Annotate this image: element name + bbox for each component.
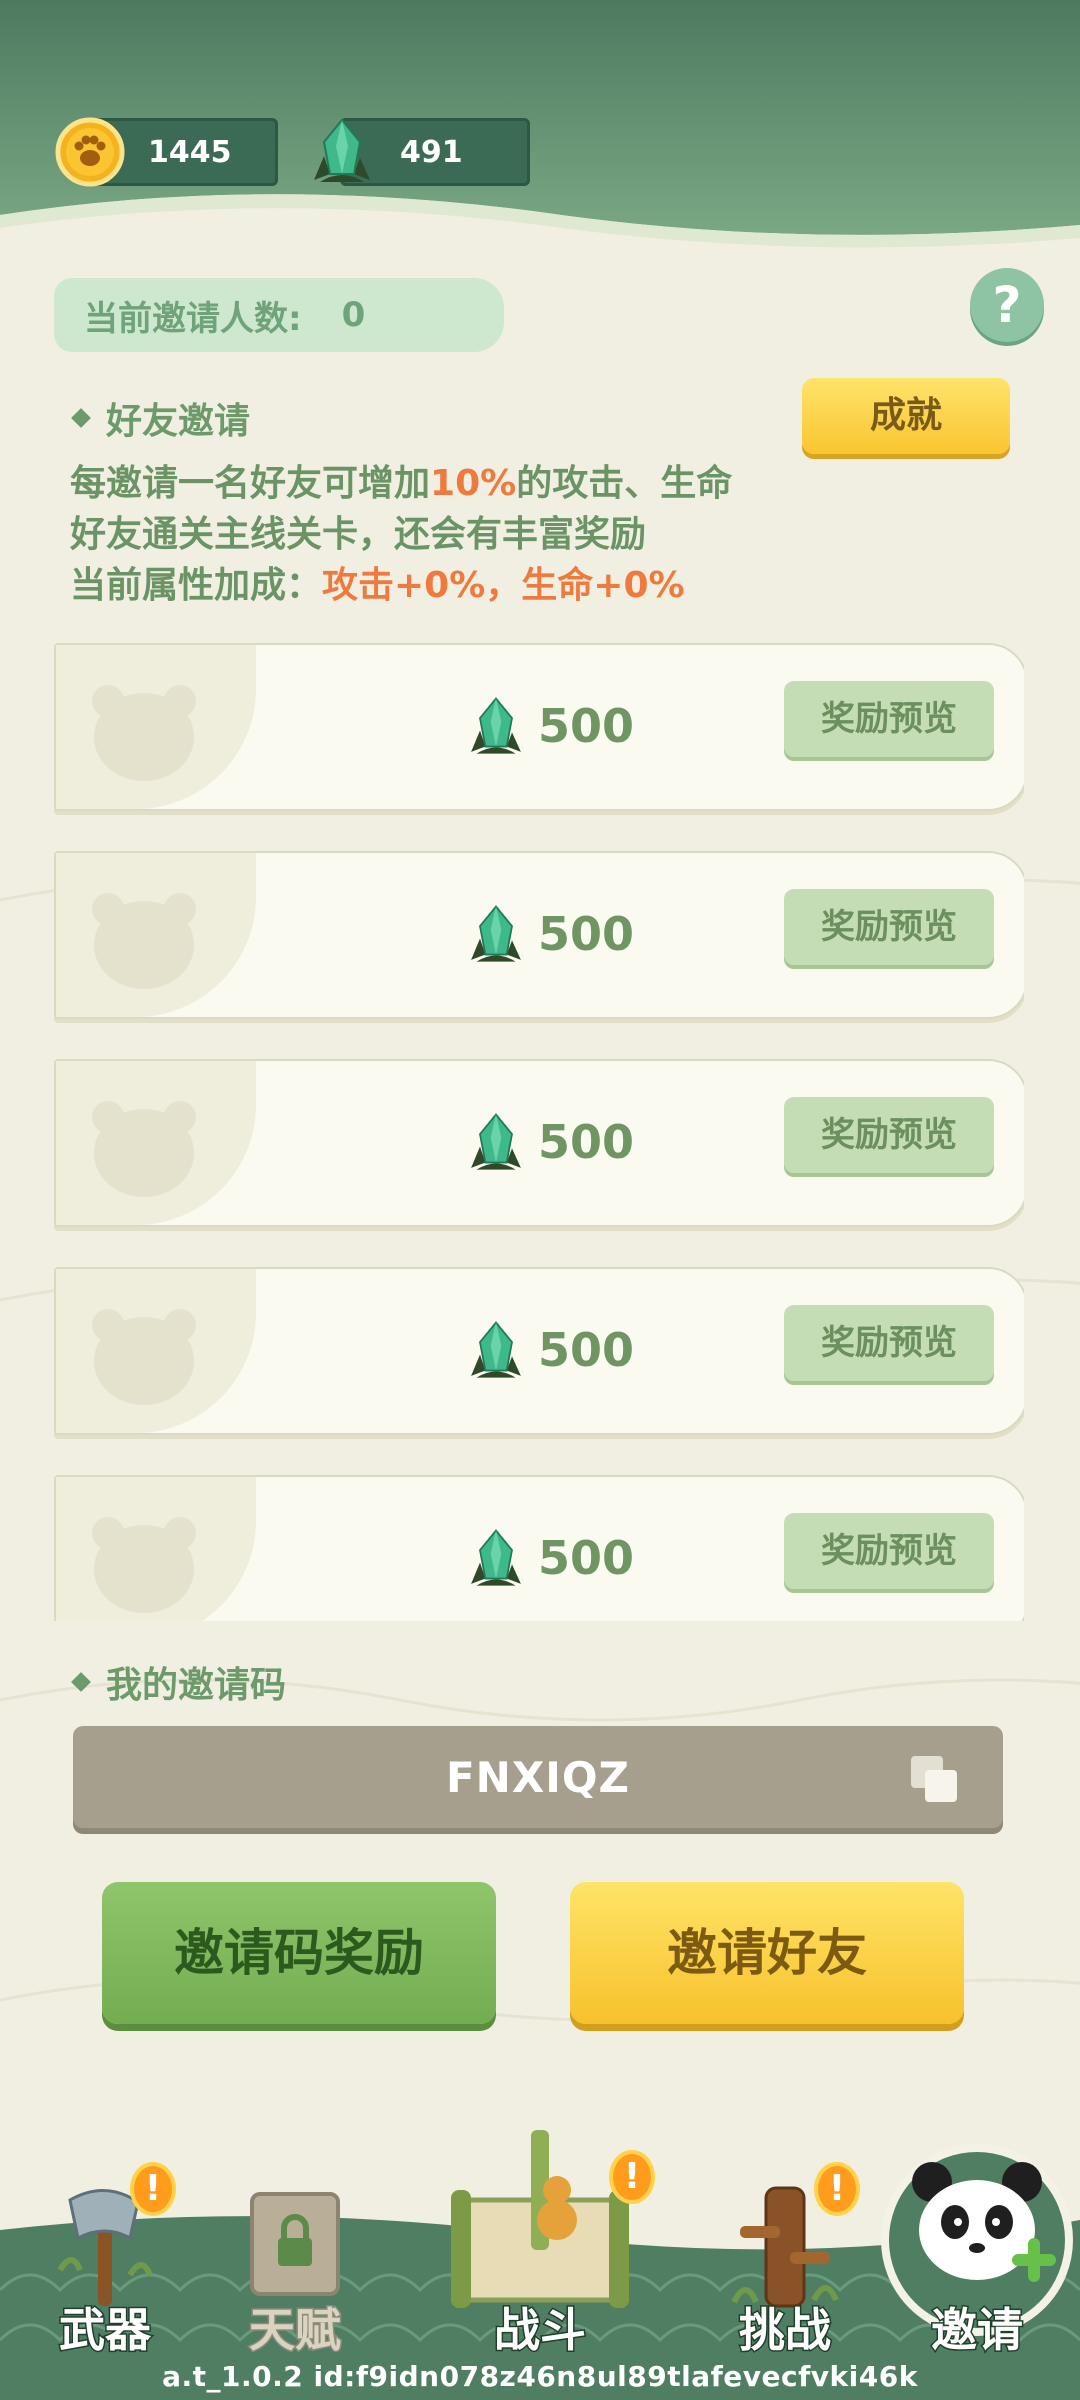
reward-amount: 500: [538, 907, 635, 961]
nav-battle-label: 战斗: [493, 2302, 588, 2359]
locked-book-icon: [250, 2192, 340, 2296]
invite-description: 每邀请一名好友可增加10%的攻击、生命 好友通关主线关卡，还会有丰富奖励 当前属…: [70, 458, 732, 611]
nav-challenge[interactable]: ! 挑战: [710, 2160, 860, 2360]
desc-line-2: 好友通关主线关卡，还会有丰富奖励: [70, 514, 647, 555]
reward-preview-button[interactable]: 奖励预览: [784, 1305, 994, 1381]
diamond-bullet-icon: [71, 408, 91, 428]
reward-amount: 500: [538, 699, 635, 753]
invite-code-box[interactable]: FNXIQZ: [73, 1726, 1003, 1828]
invite-friend-button[interactable]: 邀请好友: [570, 1882, 964, 2024]
my-invite-code-title-text: 我的邀请码: [106, 1665, 287, 1706]
invite-count-bar: 当前邀请人数: 0: [54, 278, 504, 352]
achievement-button[interactable]: 成就: [802, 378, 1010, 454]
green-gem-icon: [471, 1321, 521, 1378]
invite-count-label: 当前邀请人数:: [84, 298, 302, 339]
weapon-alert-badge: !: [134, 2166, 172, 2212]
nav-invite-label: 邀请: [930, 2302, 1025, 2359]
reward-row: 500 奖励预览: [54, 1475, 1024, 1621]
copy-icon[interactable]: [907, 1752, 963, 1808]
reward-preview-button[interactable]: 奖励预览: [784, 889, 994, 965]
gem-counter: 491: [306, 112, 530, 192]
reward-list[interactable]: 500 奖励预览 500 奖励预览 500 奖励预览 500 奖励预览 500 …: [54, 643, 1024, 1621]
coin-counter: 1445: [54, 112, 278, 192]
empty-panda-avatar-icon: [92, 1309, 196, 1405]
reward-row: 500 奖励预览: [54, 1267, 1024, 1435]
reward-row: 500 奖励预览: [54, 643, 1024, 811]
version-text: a.t_1.0.2 id:f9idn078z46n8ul89tlafevecfv…: [162, 2360, 918, 2393]
empty-panda-avatar-icon: [92, 1517, 196, 1613]
reward-row: 500 奖励预览: [54, 851, 1024, 1019]
nav-talent[interactable]: 天赋: [220, 2160, 370, 2360]
reward-amount: 500: [538, 1531, 635, 1585]
desc-line-3-highlight: 攻击+0%，生命+0%: [322, 565, 685, 606]
reward-preview-button[interactable]: 奖励预览: [784, 1513, 994, 1589]
nav-challenge-label: 挑战: [738, 2302, 833, 2359]
empty-panda-avatar-icon: [92, 685, 196, 781]
empty-panda-avatar-icon: [92, 1101, 196, 1197]
diamond-bullet-icon: [71, 1672, 91, 1692]
friend-invite-title-text: 好友邀请: [106, 401, 251, 442]
reward-amount: 500: [538, 1115, 635, 1169]
green-gem-icon: [471, 1113, 521, 1170]
desc-line-1-highlight: 10%: [430, 463, 517, 504]
my-invite-code-title: 我的邀请码: [71, 1656, 287, 1708]
green-gem-icon: [471, 905, 521, 962]
empty-panda-avatar-icon: [92, 893, 196, 989]
desc-line-3-a: 当前属性加成：: [70, 565, 323, 606]
green-gem-icon: [471, 1529, 521, 1586]
nav-battle[interactable]: ! 战斗: [435, 2130, 651, 2360]
nav-invite[interactable]: 邀请: [880, 2090, 1074, 2360]
friend-invite-title: 好友邀请: [71, 392, 251, 444]
nav-weapon-label: 武器: [58, 2302, 153, 2359]
coin-value: 1445: [148, 134, 232, 170]
challenge-alert-badge: !: [818, 2166, 856, 2212]
desc-line-1-a: 每邀请一名好友可增加: [70, 463, 431, 504]
invite-code-value: FNXIQZ: [445, 1752, 630, 1802]
invite-count-value: 0: [341, 295, 366, 335]
reward-amount: 500: [538, 1323, 635, 1377]
desc-line-1-b: 的攻击、生命: [516, 463, 733, 504]
help-button[interactable]: ?: [970, 268, 1044, 342]
reward-preview-button[interactable]: 奖励预览: [784, 1097, 994, 1173]
nav-talent-label: 天赋: [248, 2302, 343, 2359]
gem-value: 491: [400, 134, 463, 170]
reward-preview-button[interactable]: 奖励预览: [784, 681, 994, 757]
nav-weapon[interactable]: ! 武器: [30, 2160, 180, 2360]
paw-coin-icon: [55, 117, 125, 187]
reward-row: 500 奖励预览: [54, 1059, 1024, 1227]
invite-code-reward-button[interactable]: 邀请码奖励: [102, 1882, 496, 2024]
desc-line-3: 当前属性加成：攻击+0%，生命+0%: [70, 560, 732, 611]
battle-alert-badge: !: [613, 2154, 651, 2200]
green-gem-icon: [314, 118, 370, 182]
scroll-gourd-icon: [451, 2130, 629, 2308]
desc-line-1: 每邀请一名好友可增加10%的攻击、生命: [70, 458, 732, 509]
green-gem-icon: [471, 697, 521, 754]
